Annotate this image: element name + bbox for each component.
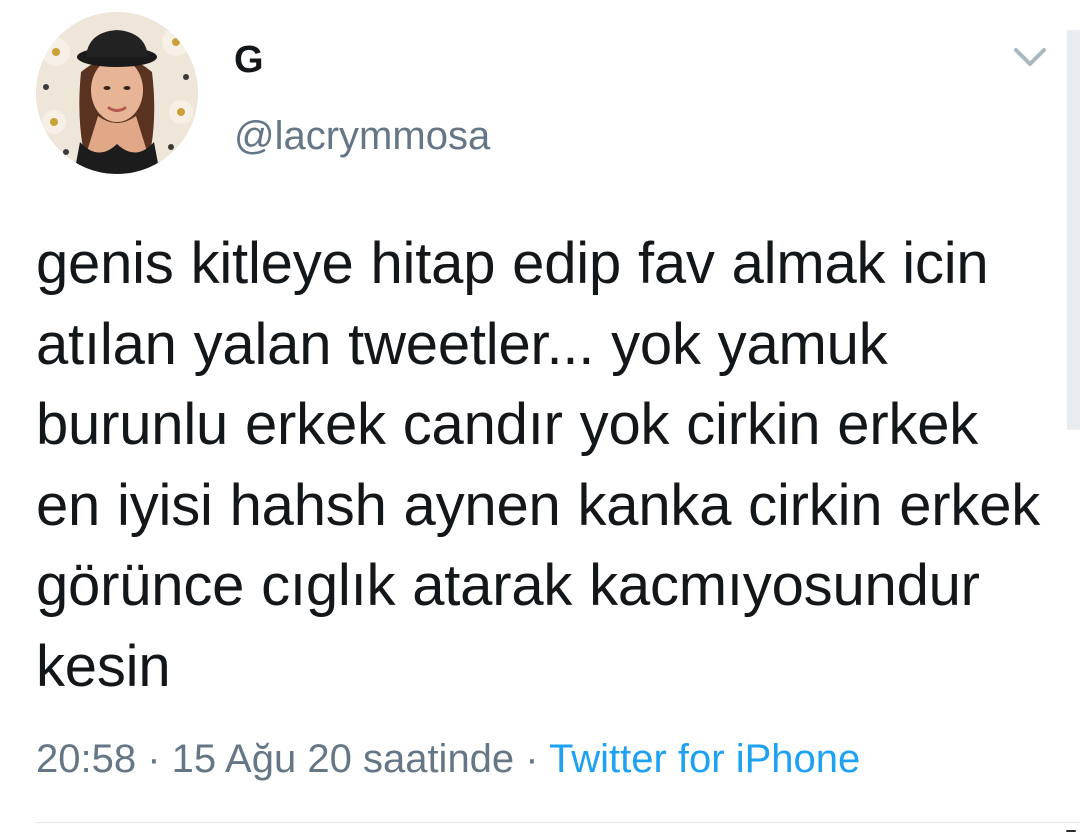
watermark-logo: [1066, 830, 1076, 832]
tweet-card: G @lacrymmosa genis kitleye hitap edip f…: [0, 0, 1080, 836]
meta-separator: ·: [136, 737, 172, 781]
tweet-source-link[interactable]: Twitter for iPhone: [549, 737, 860, 781]
tweet-time[interactable]: 20:58: [36, 737, 136, 781]
username-handle[interactable]: @lacrymmosa: [234, 112, 490, 160]
divider: [36, 822, 1080, 823]
avatar[interactable]: [36, 12, 198, 174]
tweet-date[interactable]: 15 Ağu 20 saatinde: [172, 737, 515, 781]
tweet-meta: 20:58 · 15 Ağu 20 saatinde · Twitter for…: [36, 734, 860, 784]
display-name[interactable]: G: [234, 38, 264, 82]
tweet-menu-button[interactable]: [1008, 40, 1052, 76]
tweet-text: genis kitleye hitap edip fav almak icin …: [36, 231, 1041, 699]
chevron-down-icon: [1014, 48, 1046, 66]
scrollbar[interactable]: [1067, 30, 1080, 430]
meta-separator: ·: [514, 737, 550, 781]
avatar-photo-icon: [36, 12, 198, 174]
